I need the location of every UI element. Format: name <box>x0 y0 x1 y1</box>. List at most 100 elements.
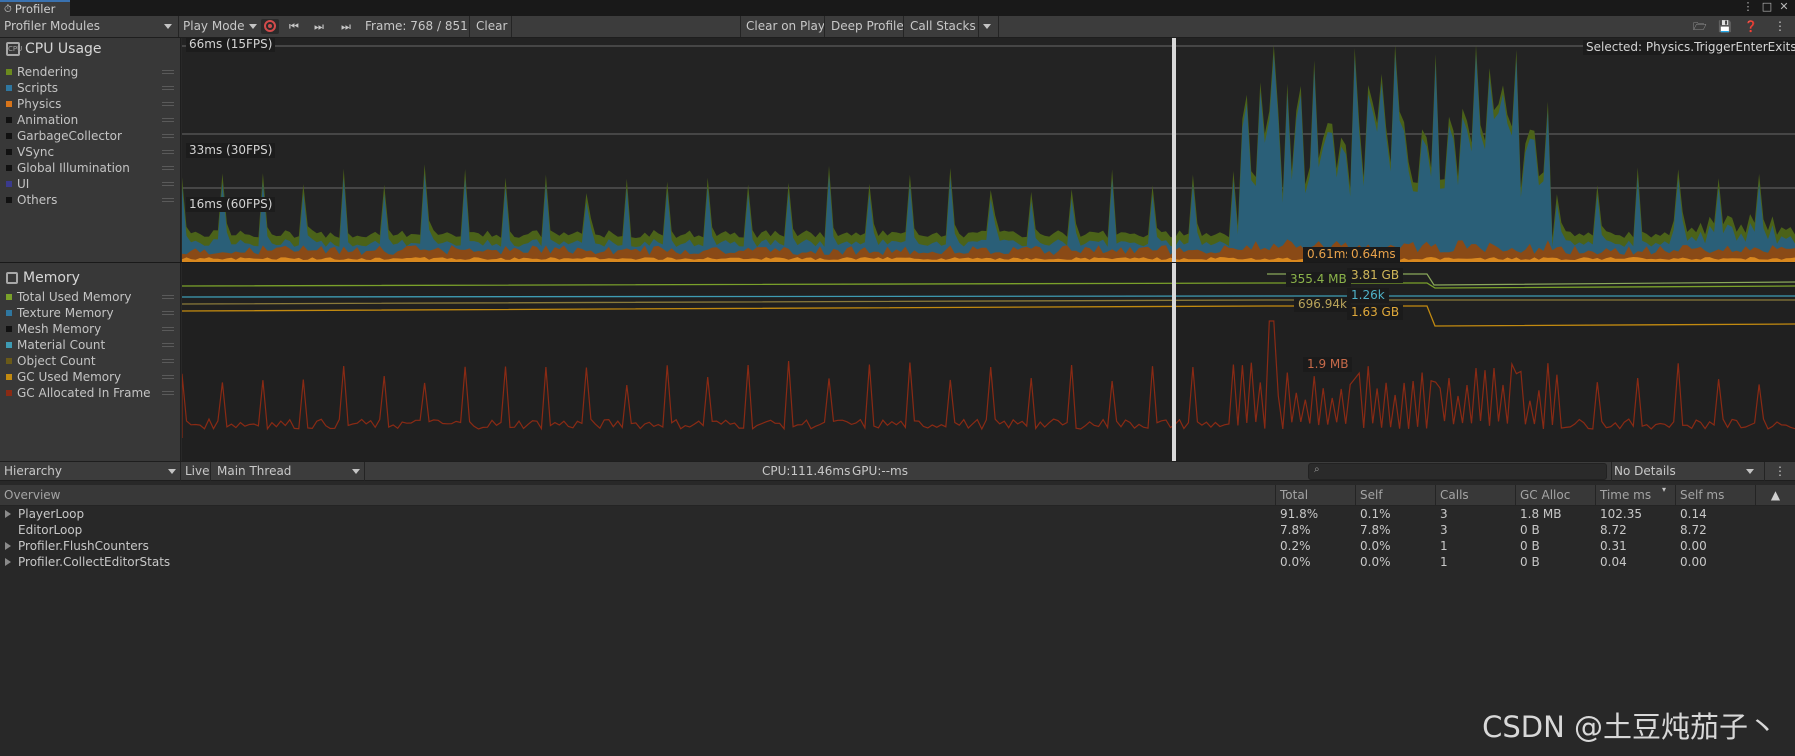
toolbar-menu-button[interactable]: ⋮ <box>1774 16 1786 37</box>
marker-66ms: 66ms (15FPS) <box>186 38 276 52</box>
expand-arrow-icon[interactable] <box>5 558 11 566</box>
drag-handle-icon[interactable] <box>162 343 174 347</box>
marker-16ms: 16ms (60FPS) <box>186 197 276 212</box>
call-stacks-button[interactable]: Call Stacks <box>910 16 976 37</box>
thread-dropdown[interactable]: Main Thread <box>217 462 362 481</box>
memory-legend-item[interactable]: Mesh Memory <box>6 321 101 337</box>
step-forward-icon: ⏭ <box>314 20 324 33</box>
next-frame-button[interactable]: ⏭ <box>314 16 324 37</box>
column-gc-alloc[interactable]: GC Alloc <box>1515 485 1595 506</box>
first-frame-button[interactable]: ⏮ <box>289 16 299 37</box>
drag-handle-icon[interactable] <box>162 150 174 154</box>
save-button[interactable]: 💾 <box>1718 16 1732 37</box>
clear-on-play-button[interactable]: Clear on Play <box>746 16 825 37</box>
view-dropdown[interactable]: Hierarchy <box>4 462 176 481</box>
legend-label: Texture Memory <box>17 306 114 320</box>
profiler-tab[interactable]: ⏱ Profiler <box>0 0 70 16</box>
column-options-button[interactable]: ▲ <box>1755 485 1795 506</box>
cpu-module-header[interactable]: CPU CPU Usage <box>6 41 102 57</box>
cpu-legend-item[interactable]: Rendering <box>6 64 78 80</box>
cpu-legend-item[interactable]: Global Illumination <box>6 160 130 176</box>
cpu-legend-item[interactable]: Others <box>6 192 57 208</box>
deep-profile-button[interactable]: Deep Profile <box>831 16 904 37</box>
memory-legend-item[interactable]: Material Count <box>6 337 105 353</box>
cell-time-ms: 8.72 <box>1600 523 1627 537</box>
folder-open-icon: 🗁 <box>1693 20 1707 33</box>
legend-swatch <box>6 342 12 348</box>
profiler-graphs[interactable]: 66ms (15FPS) 33ms (30FPS) 16ms (60FPS) S… <box>182 38 1795 461</box>
memory-chip-icon <box>6 272 18 284</box>
memory-module-header[interactable]: Memory <box>6 270 80 286</box>
clear-button[interactable]: Clear <box>476 16 507 37</box>
column-total[interactable]: Total <box>1275 485 1355 506</box>
total-memory-right: 3.81 GB <box>1347 268 1404 283</box>
drag-handle-icon[interactable] <box>162 198 174 202</box>
drag-handle-icon[interactable] <box>162 295 174 299</box>
memory-legend-item[interactable]: Texture Memory <box>6 305 114 321</box>
more-options-icon[interactable]: ⋮ <box>1741 0 1755 14</box>
memory-legend-item[interactable]: GC Allocated In Frame <box>6 385 151 401</box>
memory-legend-item[interactable]: Object Count <box>6 353 96 369</box>
cpu-legend-item[interactable]: UI <box>6 176 29 192</box>
legend-label: UI <box>17 177 30 191</box>
cell-total: 0.2% <box>1280 539 1311 553</box>
cpu-legend-item[interactable]: Physics <box>6 96 61 112</box>
live-toggle[interactable]: Live <box>185 462 210 481</box>
legend-swatch <box>6 390 12 396</box>
details-menu-button[interactable]: ⋮ <box>1774 462 1786 481</box>
close-icon[interactable]: ✕ <box>1777 0 1791 14</box>
module-divider <box>0 262 1795 263</box>
table-row[interactable]: EditorLoop 7.8% 7.8% 3 0 B 8.72 8.72 <box>0 522 1795 538</box>
column-overview[interactable]: Overview <box>0 485 1275 506</box>
graph-canvas[interactable] <box>182 38 1795 461</box>
legend-swatch <box>6 149 12 155</box>
cpu-legend-item[interactable]: Animation <box>6 112 78 128</box>
chevron-down-icon <box>164 24 172 29</box>
last-frame-button[interactable]: ⏭ <box>341 16 351 37</box>
table-row[interactable]: PlayerLoop 91.8% 0.1% 3 1.8 MB 102.35 0.14 <box>0 506 1795 522</box>
cell-gc-alloc: 0 B <box>1520 539 1540 553</box>
frame-cursor <box>1172 38 1176 461</box>
memory-legend-item[interactable]: GC Used Memory <box>6 369 121 385</box>
module-list: CPU CPU Usage Rendering Scripts Physics Ani… <box>0 38 181 461</box>
help-button[interactable]: ❓ <box>1744 16 1758 37</box>
expand-arrow-icon[interactable] <box>5 542 11 550</box>
drag-handle-icon[interactable] <box>162 327 174 331</box>
cpu-legend-item[interactable]: GarbageCollector <box>6 128 122 144</box>
record-icon <box>264 20 276 32</box>
drag-handle-icon[interactable] <box>162 134 174 138</box>
column-calls[interactable]: Calls <box>1435 485 1515 506</box>
record-button[interactable] <box>261 19 279 34</box>
cpu-module-title: CPU Usage <box>25 41 102 57</box>
total-memory-left: 355.4 MB <box>1286 272 1351 287</box>
details-dropdown[interactable]: No Details <box>1614 462 1756 481</box>
table-row[interactable]: Profiler.FlushCounters 0.2% 0.0% 1 0 B 0.31 0.… <box>0 538 1795 554</box>
row-name: PlayerLoop <box>18 507 85 521</box>
cpu-legend-item[interactable]: Scripts <box>6 80 58 96</box>
details-label: No Details <box>1614 464 1676 478</box>
drag-handle-icon[interactable] <box>162 391 174 395</box>
drag-handle-icon[interactable] <box>162 182 174 186</box>
drag-handle-icon[interactable] <box>162 311 174 315</box>
call-stacks-dropdown[interactable] <box>978 16 996 37</box>
load-button[interactable]: 🗁 <box>1693 16 1707 37</box>
column-self-ms[interactable]: Self ms <box>1675 485 1755 506</box>
drag-handle-icon[interactable] <box>162 118 174 122</box>
drag-handle-icon[interactable] <box>162 359 174 363</box>
legend-label: VSync <box>17 145 55 159</box>
profiler-modules-dropdown[interactable]: Profiler Modules <box>4 16 174 37</box>
cpu-legend-item[interactable]: VSync <box>6 144 54 160</box>
table-row[interactable]: Profiler.CollectEditorStats 0.0% 0.0% 1 0 B 0… <box>0 554 1795 570</box>
maximize-icon[interactable]: □ <box>1760 0 1774 14</box>
drag-handle-icon[interactable] <box>162 166 174 170</box>
drag-handle-icon[interactable] <box>162 102 174 106</box>
drag-handle-icon[interactable] <box>162 70 174 74</box>
legend-label: Mesh Memory <box>17 322 102 336</box>
play-mode-dropdown[interactable]: Play Mode <box>183 16 257 37</box>
search-input[interactable]: ⌕ <box>1308 463 1607 480</box>
expand-arrow-icon[interactable] <box>5 510 11 518</box>
column-self[interactable]: Self <box>1355 485 1435 506</box>
drag-handle-icon[interactable] <box>162 86 174 90</box>
memory-legend-item[interactable]: Total Used Memory <box>6 289 132 305</box>
drag-handle-icon[interactable] <box>162 375 174 379</box>
